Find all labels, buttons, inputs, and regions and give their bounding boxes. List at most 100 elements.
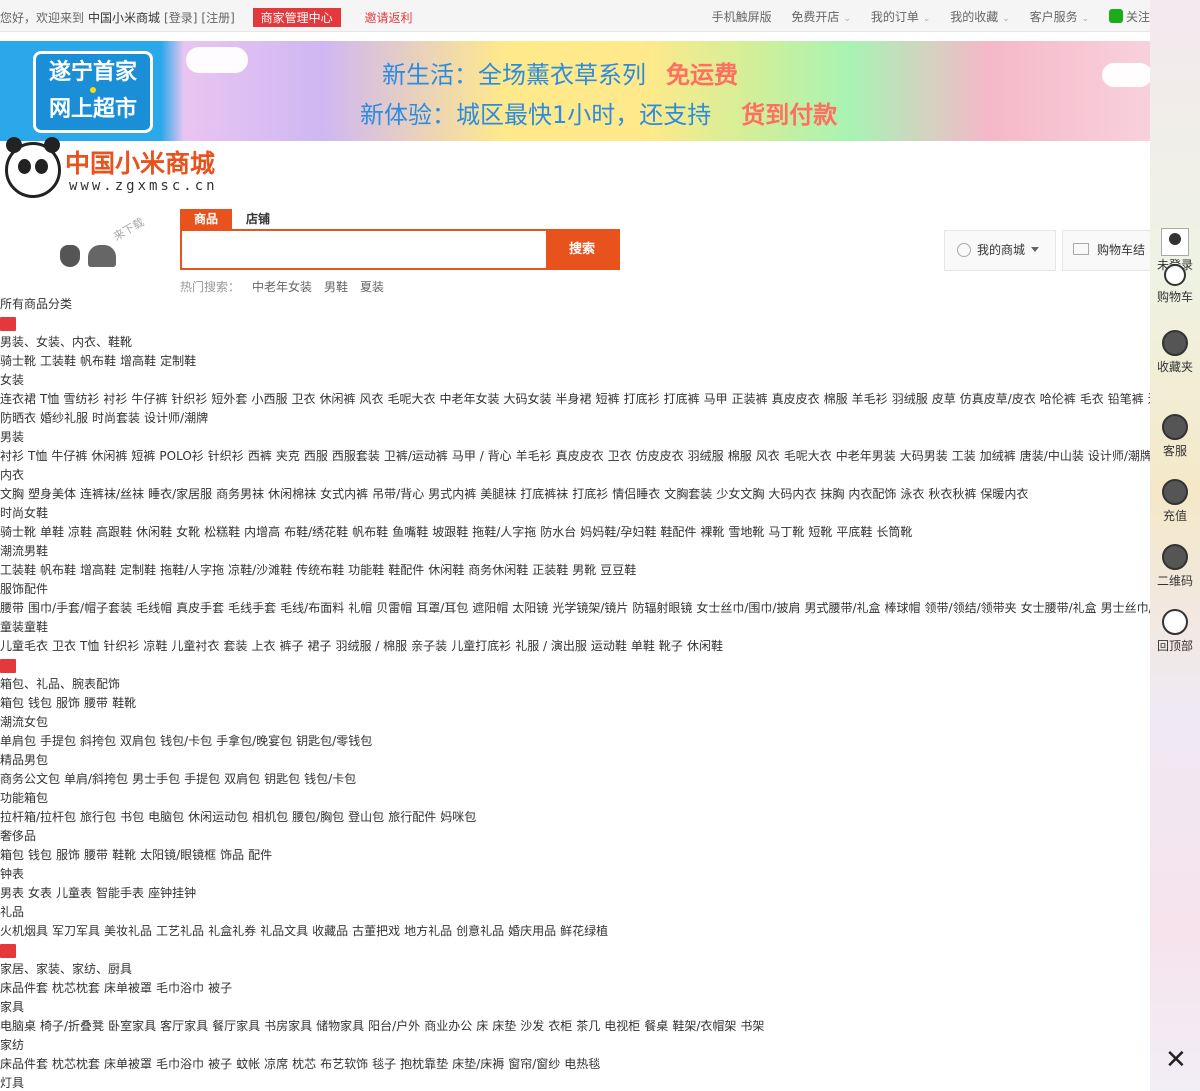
category-link[interactable]: 单鞋 — [40, 525, 64, 539]
category-title[interactable]: 男装、女装、内衣、鞋靴 — [0, 333, 1150, 352]
category-link[interactable]: 文胸套装 — [664, 487, 712, 501]
category-link[interactable]: 电脑包 — [148, 810, 184, 824]
category-link[interactable]: 蚊帐 — [236, 1057, 260, 1071]
category-link[interactable]: 棉服 — [728, 449, 752, 463]
category-link[interactable]: T恤 — [80, 639, 99, 653]
category-link[interactable]: 拖鞋/人字拖 — [160, 563, 224, 577]
category-link[interactable]: 钱包/卡包 — [160, 734, 212, 748]
category-link[interactable]: 斜挎包 — [80, 734, 116, 748]
category-link[interactable]: 抱枕靠垫 — [400, 1057, 448, 1071]
category-link[interactable]: 茶几 — [576, 1019, 600, 1033]
category-link[interactable]: 骑士靴 — [0, 525, 36, 539]
category-link[interactable]: 毛线手套 — [228, 601, 276, 615]
category-link[interactable]: 沙发 — [520, 1019, 544, 1033]
category-title[interactable]: 家居、家装、家纺、厨具 — [0, 960, 1150, 979]
category-link[interactable]: 客厅家具 — [160, 1019, 208, 1033]
category-link[interactable]: 风衣 — [359, 392, 383, 406]
category-link[interactable]: 拖鞋/人字拖 — [472, 525, 536, 539]
mobile-link[interactable]: 手机触屏版 — [712, 8, 772, 25]
category-link[interactable]: 短裤 — [596, 392, 620, 406]
category-link[interactable]: 针织衫 — [171, 392, 207, 406]
subcategory-title[interactable]: 女装 — [0, 371, 1150, 390]
category-link[interactable]: 女士腰带/礼盒 — [1021, 601, 1097, 615]
subcategory-title[interactable]: 潮流男鞋 — [0, 542, 1150, 561]
category-link[interactable]: 裙子 — [307, 639, 331, 653]
category-link[interactable]: T恤 — [28, 449, 47, 463]
category-link[interactable]: 礼服 / 演出服 — [515, 639, 587, 653]
category-link[interactable]: 松糕鞋 — [204, 525, 240, 539]
category-link[interactable]: 男士丝巾/围巾 — [1101, 601, 1150, 615]
category-link[interactable]: 毛线帽 — [136, 601, 172, 615]
category-link[interactable]: 中老年男装 — [836, 449, 896, 463]
category-link[interactable]: 储物家具 — [316, 1019, 364, 1033]
category-link[interactable]: 打底衫 — [624, 392, 660, 406]
category-link[interactable]: 餐厅家具 — [212, 1019, 260, 1033]
category-link[interactable]: 钥匙包 — [264, 772, 300, 786]
category-link[interactable]: 创意礼品 — [456, 924, 504, 938]
category-link[interactable]: 地方礼品 — [404, 924, 452, 938]
category-link[interactable]: 帆布鞋 — [80, 354, 116, 368]
category-link[interactable]: 配件 — [248, 848, 272, 862]
category-link[interactable]: 休闲裤 — [319, 392, 355, 406]
category-link[interactable]: 运动鞋 — [591, 639, 627, 653]
category-link[interactable]: 古董把戏 — [352, 924, 400, 938]
subcategory-title[interactable]: 礼品 — [0, 903, 1150, 922]
category-link[interactable]: 定制鞋 — [120, 563, 156, 577]
category-link[interactable]: 床 — [476, 1019, 488, 1033]
category-link[interactable]: 中老年女装 — [440, 392, 500, 406]
category-link[interactable]: 睡衣/家居服 — [148, 487, 212, 501]
category-link[interactable]: 腰包/胸包 — [292, 810, 344, 824]
category-link[interactable]: 吊带/背心 — [372, 487, 424, 501]
category-link[interactable]: 钱包 — [28, 848, 52, 862]
category-title[interactable]: 箱包、礼品、腕表配饰 — [0, 675, 1150, 694]
category-link[interactable]: 儿童衬衣 — [171, 639, 219, 653]
category-link[interactable]: 毛衣 — [1080, 392, 1104, 406]
subcategory-title[interactable]: 功能箱包 — [0, 789, 1150, 808]
category-link[interactable]: 小西服 — [251, 392, 287, 406]
category-link[interactable]: 枕芯枕套 — [52, 1057, 100, 1071]
tab-goods[interactable]: 商品 — [180, 209, 233, 229]
category-link[interactable]: 泳衣 — [900, 487, 924, 501]
category-link[interactable]: 服饰 — [56, 848, 80, 862]
category-link[interactable]: 男式腰带/礼盒 — [804, 601, 880, 615]
category-link[interactable]: 套装 — [223, 639, 247, 653]
category-link[interactable]: 衣柜 — [548, 1019, 572, 1033]
search-button[interactable]: 搜索 — [546, 231, 618, 268]
category-link[interactable]: 工装鞋 — [0, 563, 36, 577]
category-link[interactable]: 军刀军具 — [52, 924, 100, 938]
category-link[interactable]: 裸靴 — [700, 525, 724, 539]
subcategory-title[interactable]: 时尚女鞋 — [0, 504, 1150, 523]
sidebar-favorites[interactable]: 收藏夹 — [1150, 330, 1200, 375]
category-link[interactable]: 帆布鞋 — [352, 525, 388, 539]
category-link[interactable]: 床垫 — [492, 1019, 516, 1033]
category-link[interactable]: 大码女装 — [504, 392, 552, 406]
category-link[interactable]: 手拿包/晚宴包 — [216, 734, 292, 748]
category-link[interactable]: 饰品 — [220, 848, 244, 862]
category-link[interactable]: 女表 — [28, 886, 52, 900]
category-link[interactable]: 服饰 — [56, 696, 80, 710]
category-link[interactable]: 电脑桌 — [0, 1019, 36, 1033]
category-link[interactable]: 凉席 — [264, 1057, 288, 1071]
subcategory-title[interactable]: 灯具 — [0, 1074, 1150, 1091]
category-link[interactable]: 太阳镜/眼镜框 — [140, 848, 216, 862]
category-link[interactable]: 耳罩/耳包 — [416, 601, 468, 615]
category-link[interactable]: 婚庆用品 — [508, 924, 556, 938]
login-link[interactable]: [登录] — [164, 11, 197, 25]
category-link[interactable]: 床品件套 — [0, 981, 48, 995]
tab-stores[interactable]: 店铺 — [232, 209, 284, 229]
register-link[interactable]: [注册] — [201, 11, 234, 25]
category-link[interactable]: 箱包 — [0, 848, 24, 862]
category-link[interactable]: 腰带 — [84, 696, 108, 710]
open-store-menu[interactable]: 免费开店 ⌄ — [791, 8, 851, 25]
subcategory-title[interactable]: 内衣 — [0, 466, 1150, 485]
category-link[interactable]: 针织衫 — [208, 449, 244, 463]
sidebar-qrcode[interactable]: 二维码 — [1150, 544, 1200, 589]
category-link[interactable]: 马甲 — [704, 392, 728, 406]
category-link[interactable]: 男靴 — [572, 563, 596, 577]
subcategory-title[interactable]: 精品男包 — [0, 751, 1150, 770]
category-link[interactable]: 牛仔裤 — [51, 449, 87, 463]
category-link[interactable]: 西服 — [304, 449, 328, 463]
category-link[interactable]: 大码内衣 — [768, 487, 816, 501]
category-link[interactable]: 大码男装 — [900, 449, 948, 463]
category-link[interactable]: 美妆礼品 — [104, 924, 152, 938]
